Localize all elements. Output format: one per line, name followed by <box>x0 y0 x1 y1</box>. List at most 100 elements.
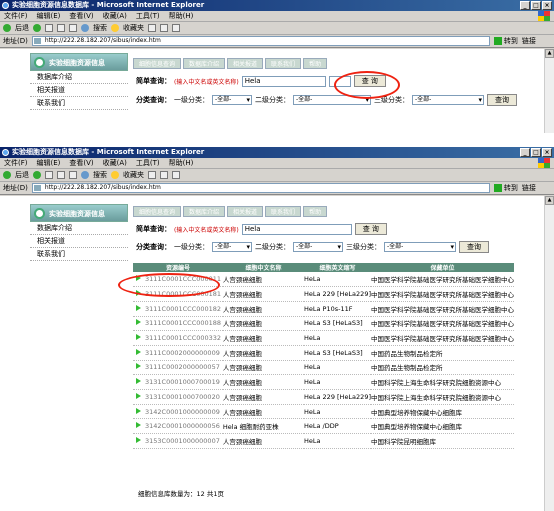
cell-resource-id[interactable]: 3142C0001000000009 <box>133 404 223 420</box>
tab-cell-query[interactable]: 细胞信息查询 <box>133 206 182 217</box>
cell-resource-id[interactable]: 3153C0001000000007 <box>133 433 223 449</box>
tab-contact[interactable]: 联系我们 <box>265 58 302 69</box>
table-row[interactable]: 3153C0001000000007 人宫颈癌细胞 HeLa 中国科学院昆明细胞库 <box>133 433 514 449</box>
resource-id-link[interactable]: 3111C0002000000009 <box>145 349 220 357</box>
go-button[interactable]: 转到 <box>493 183 518 193</box>
close-button[interactable]: × <box>542 1 552 10</box>
close-button[interactable]: × <box>542 148 552 157</box>
menu-edit[interactable]: 编辑(E) <box>37 11 61 21</box>
home-icon[interactable] <box>69 24 77 32</box>
table-row[interactable]: 3142C0001000000056 Hela 细胞耐药亚株 HeLa /DDP 中国… <box>133 418 514 435</box>
back-button[interactable]: 后退 <box>15 23 29 33</box>
resource-id-link[interactable]: 3131C0001000700019 <box>145 378 220 386</box>
resource-id-link[interactable]: 3111C0001CCC000182 <box>145 305 221 313</box>
search-input[interactable]: Hela <box>241 75 326 87</box>
print-icon[interactable] <box>172 24 180 32</box>
resource-id-link[interactable]: 3111C0001CCC000188 <box>145 319 221 327</box>
resource-id-link[interactable]: 3153C0001000000007 <box>145 437 220 445</box>
search-button[interactable]: 搜索 <box>93 23 107 33</box>
history-icon[interactable] <box>148 171 156 179</box>
vertical-scrollbar[interactable]: ▲ <box>544 49 554 133</box>
sidebar-item-contact[interactable]: 联系我们 <box>30 248 128 261</box>
address-input[interactable]: http://222.28.182.207/sibus/index.htm <box>31 183 490 193</box>
resource-id-link[interactable]: 3111C0001CCC000332 <box>145 334 221 342</box>
table-row[interactable]: 3111C0001CCC000188 人宫颈癌细胞 HeLa S3 [HeLaS3]… <box>133 316 514 332</box>
menu-favorites[interactable]: 收藏(A) <box>103 158 127 168</box>
stop-icon[interactable] <box>45 171 53 179</box>
search-icon[interactable] <box>81 24 89 32</box>
table-row[interactable]: 3111C0001CCC000332 人宫颈癌细胞 HeLa 中国医学科学院基础医学研… <box>133 330 514 346</box>
menu-view[interactable]: 查看(V) <box>69 11 93 21</box>
search-button[interactable]: 搜索 <box>93 170 107 180</box>
tab-db-intro[interactable]: 数据库介绍 <box>183 58 226 69</box>
forward-arrow-icon[interactable] <box>33 171 41 179</box>
home-icon[interactable] <box>69 171 77 179</box>
favorites-star-icon[interactable] <box>111 24 119 32</box>
search-icon[interactable] <box>81 171 89 179</box>
resource-id-link[interactable]: 3142C0001000000009 <box>145 408 220 416</box>
forward-arrow-icon[interactable] <box>33 24 41 32</box>
back-button[interactable]: 后退 <box>15 170 29 180</box>
category-query-button[interactable]: 查询 <box>487 94 517 106</box>
favorites-star-icon[interactable] <box>111 171 119 179</box>
menu-tools[interactable]: 工具(T) <box>136 11 160 21</box>
tab-contact[interactable]: 联系我们 <box>265 206 302 217</box>
sidebar-item-reports[interactable]: 相关报道 <box>30 84 128 97</box>
cell-resource-id[interactable]: 3111C0001CCC000182 <box>133 301 223 317</box>
level2-select[interactable]: -全部- <box>293 242 343 252</box>
table-row[interactable]: 3111C0002000000057 人宫颈癌细胞 HeLa 中国药品生物制品检定所 <box>133 360 514 376</box>
resource-id-link[interactable]: 3111C0002000000057 <box>145 363 220 371</box>
cell-resource-id[interactable]: 3111C0001CCC000332 <box>133 330 223 346</box>
address-input[interactable]: http://222.28.182.207/sibus/index.htm <box>31 36 490 46</box>
maximize-button[interactable]: □ <box>531 1 541 10</box>
history-icon[interactable] <box>148 24 156 32</box>
table-row[interactable]: 3111C0002000000009 人宫颈癌细胞 HeLa S3 [HeLaS3]… <box>133 345 514 361</box>
favorites-button[interactable]: 收藏夹 <box>123 170 144 180</box>
links-button[interactable]: 链接 <box>522 183 536 193</box>
menu-help[interactable]: 帮助(H) <box>169 11 194 21</box>
cell-resource-id[interactable]: 3131C0001000700019 <box>133 374 223 390</box>
links-button[interactable]: 链接 <box>522 36 536 46</box>
cell-resource-id[interactable]: 3111C0002000000009 <box>133 345 223 361</box>
query-button[interactable]: 查 询 <box>354 223 387 235</box>
menu-help[interactable]: 帮助(H) <box>169 158 194 168</box>
sidebar-item-contact[interactable]: 联系我们 <box>30 97 128 110</box>
refresh-icon[interactable] <box>57 171 65 179</box>
menu-file[interactable]: 文件(F) <box>4 11 28 21</box>
cell-resource-id[interactable]: 3131C0001000700020 <box>133 389 223 405</box>
menu-edit[interactable]: 编辑(E) <box>37 158 61 168</box>
level3-select[interactable]: -全部- <box>384 242 456 252</box>
back-arrow-icon[interactable] <box>3 24 11 32</box>
menu-tools[interactable]: 工具(T) <box>136 158 160 168</box>
minimize-button[interactable]: _ <box>520 148 530 157</box>
sidebar-item-reports[interactable]: 相关报道 <box>30 235 128 248</box>
table-row[interactable]: 3111C0001CCC000182 人宫颈癌细胞 HeLa P10s-11F 中国医… <box>133 301 514 317</box>
menu-view[interactable]: 查看(V) <box>69 158 93 168</box>
go-button[interactable]: 转到 <box>493 36 518 46</box>
tab-help[interactable]: 帮助 <box>303 206 328 217</box>
mail-icon[interactable] <box>160 24 168 32</box>
search-input[interactable]: Hela <box>241 223 352 235</box>
back-arrow-icon[interactable] <box>3 171 11 179</box>
table-row[interactable]: 3131C0001000700020 人宫颈癌细胞 HeLa 229 [HeLa22… <box>133 389 514 405</box>
favorites-button[interactable]: 收藏夹 <box>123 23 144 33</box>
tab-cell-query[interactable]: 细胞信息查询 <box>133 58 182 69</box>
print-icon[interactable] <box>172 171 180 179</box>
cell-resource-id[interactable]: 3111C0002000000057 <box>133 360 223 376</box>
maximize-button[interactable]: □ <box>531 148 541 157</box>
resource-id-link[interactable]: 3142C0001000000056 <box>145 422 220 430</box>
table-row[interactable]: 3131C0001000700019 人宫颈癌细胞 HeLa 中国科学院上海生命科学研… <box>133 374 514 390</box>
sidebar-item-intro[interactable]: 数据库介绍 <box>30 222 128 235</box>
vertical-scrollbar[interactable]: ▲ <box>544 196 554 511</box>
refresh-icon[interactable] <box>57 24 65 32</box>
tab-db-intro[interactable]: 数据库介绍 <box>183 206 226 217</box>
mail-icon[interactable] <box>160 171 168 179</box>
level3-select[interactable]: -全部- <box>412 95 484 105</box>
cell-resource-id[interactable]: 3111C0001CCC000188 <box>133 316 223 332</box>
tab-reports[interactable]: 相关报道 <box>227 206 264 217</box>
resource-id-link[interactable]: 3131C0001000700020 <box>145 393 220 401</box>
cell-resource-id[interactable]: 3142C0001000000056 <box>133 418 223 435</box>
scroll-up-icon[interactable]: ▲ <box>545 196 554 205</box>
tab-reports[interactable]: 相关报道 <box>227 58 264 69</box>
menu-favorites[interactable]: 收藏(A) <box>103 11 127 21</box>
